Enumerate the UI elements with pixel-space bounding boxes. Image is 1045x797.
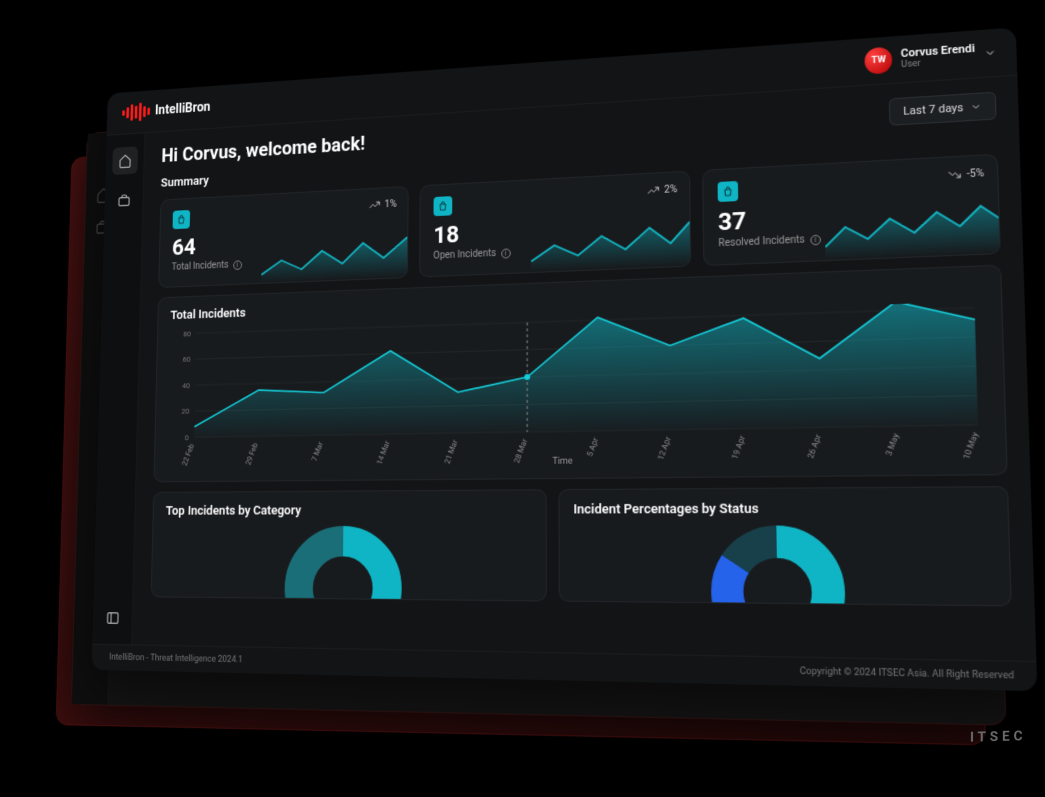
- donut-chart: [703, 518, 854, 606]
- brand-bars-icon: [122, 102, 150, 122]
- svg-text:21 Mar: 21 Mar: [443, 438, 460, 465]
- main-content: Hi Corvus, welcome back! Last 7 days Sum…: [132, 76, 1036, 661]
- trend-indicator: 2%: [646, 182, 677, 198]
- trend-up-icon: [646, 183, 660, 198]
- briefcase-icon: [117, 193, 131, 208]
- date-range-selector[interactable]: Last 7 days: [889, 92, 997, 126]
- sparkline: [824, 199, 999, 260]
- card-label: Resolved Incidents: [718, 234, 805, 249]
- svg-text:22 Feb: 22 Feb: [180, 442, 196, 467]
- svg-text:Time: Time: [552, 456, 573, 467]
- info-icon[interactable]: i: [233, 260, 242, 270]
- chevron-down-icon: [983, 46, 996, 59]
- info-icon[interactable]: i: [810, 234, 821, 245]
- svg-text:26 Apr: 26 Apr: [805, 433, 823, 460]
- svg-text:29 Feb: 29 Feb: [244, 442, 260, 467]
- panel-title: Top Incidents by Category: [166, 502, 532, 518]
- home-icon: [118, 153, 132, 168]
- svg-text:80: 80: [183, 329, 191, 338]
- svg-text:5 Apr: 5 Apr: [585, 436, 601, 458]
- svg-text:60: 60: [183, 355, 191, 364]
- brand-name: IntelliBron: [155, 100, 211, 118]
- total-incidents-panel: Total Incidents 02040608022 Feb29 Feb7 M…: [154, 265, 1008, 483]
- sparkline: [531, 214, 690, 272]
- chevron-down-icon: [970, 101, 982, 113]
- corp-logo: ITSEC: [970, 728, 1026, 745]
- bag-icon: [173, 210, 191, 229]
- footer-version: IntelliBron - Threat Intelligence 2024.1: [109, 653, 243, 666]
- avatar: TW: [865, 47, 893, 75]
- card-resolved-incidents: -5% 37 Resolved Incidents i: [702, 154, 1001, 266]
- panel-title: Incident Percentages by Status: [573, 500, 992, 517]
- trend-down-icon: [947, 167, 963, 182]
- trend-up-icon: [368, 198, 381, 212]
- trend-indicator: -5%: [947, 166, 984, 182]
- svg-text:14 Mar: 14 Mar: [375, 439, 392, 466]
- svg-text:28 Mar: 28 Mar: [512, 437, 529, 464]
- card-total-incidents: 1% 64 Total Incidents i: [158, 186, 408, 288]
- card-label: Open Incidents: [433, 248, 496, 261]
- nav-collapse[interactable]: [99, 603, 126, 632]
- footer-copyright: Copyright © 2024 ITSEC Asia. All Right R…: [800, 666, 1014, 681]
- svg-text:3 May: 3 May: [883, 432, 901, 457]
- svg-text:20: 20: [181, 407, 189, 416]
- total-incidents-chart: 0 20 40 60 80 22 Feb 29 Feb 7 Mar 14 Mar 21 Mar 28…: [167, 301, 991, 470]
- nav-briefcase[interactable]: [111, 186, 137, 215]
- incident-status-panel: Incident Percentages by Status: [558, 486, 1011, 606]
- panel-icon: [105, 610, 119, 626]
- svg-text:7 Mar: 7 Mar: [310, 440, 325, 462]
- user-menu[interactable]: TW Corvus Erendi User: [865, 39, 998, 75]
- top-incidents-panel: Top Incidents by Category: [151, 489, 547, 601]
- sparkline: [261, 227, 408, 283]
- brand-logo: IntelliBron: [122, 98, 211, 122]
- bag-icon: [718, 181, 739, 202]
- svg-text:10 May: 10 May: [961, 430, 981, 460]
- app-window: IntelliBron TW Corvus Erendi User H: [92, 27, 1038, 691]
- bag-icon: [433, 196, 452, 216]
- card-open-incidents: 2% 18 Open Incidents i: [419, 171, 691, 278]
- welcome-heading: Hi Corvus, welcome back!: [161, 132, 365, 167]
- nav-home[interactable]: [112, 146, 138, 175]
- svg-text:19 Apr: 19 Apr: [730, 434, 748, 461]
- svg-text:40: 40: [182, 381, 190, 390]
- svg-text:0: 0: [185, 433, 189, 442]
- info-icon[interactable]: i: [501, 248, 511, 258]
- donut-chart: [277, 519, 409, 602]
- card-label: Total Incidents: [171, 260, 228, 273]
- svg-text:12 Apr: 12 Apr: [656, 435, 673, 461]
- trend-indicator: 1%: [368, 197, 396, 212]
